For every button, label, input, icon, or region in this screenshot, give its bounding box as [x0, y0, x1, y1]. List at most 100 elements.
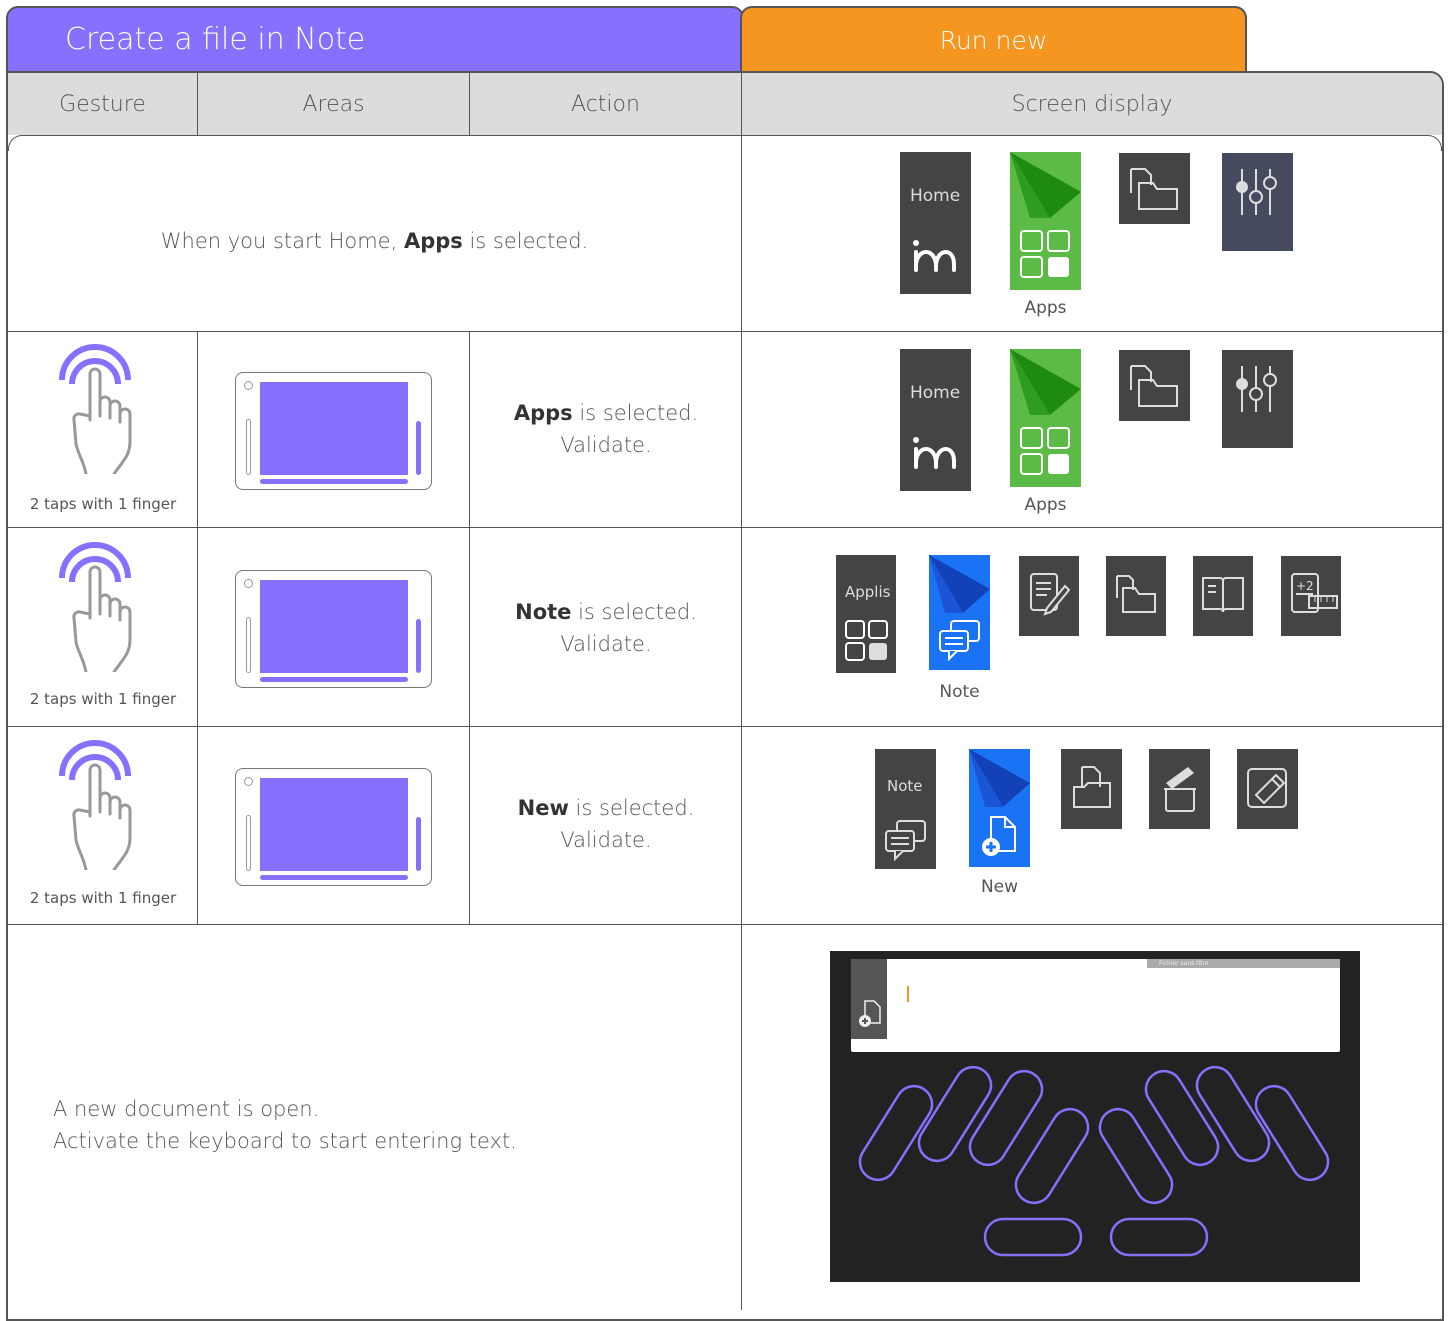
- files-tile[interactable]: [1119, 350, 1190, 421]
- row-separator: [8, 331, 1442, 332]
- note-parent-tile-label: Note: [887, 777, 923, 795]
- device-screen-area: [260, 778, 408, 871]
- apps-tile-selected[interactable]: [1010, 152, 1081, 290]
- col-action-label: Action: [571, 91, 640, 117]
- files-tile[interactable]: [1119, 153, 1190, 224]
- row4-action-rest: is selected.: [568, 796, 695, 820]
- book-tile[interactable]: [1193, 556, 1253, 636]
- home-logo-icon: [913, 240, 956, 272]
- edit-tile[interactable]: [1019, 556, 1079, 636]
- row4-action: New is selected. Validate.: [470, 792, 742, 856]
- folder-icon: [1130, 365, 1178, 407]
- column-divider: [197, 331, 198, 924]
- braille-keyboard[interactable]: [830, 1066, 1360, 1282]
- col-header-gesture: Gesture: [8, 73, 198, 135]
- selection-ribbon-icon: [929, 555, 990, 613]
- text-editor-area[interactable]: Fichier sans titre: [851, 959, 1340, 1052]
- apps-tile-selected[interactable]: [1010, 349, 1081, 487]
- row2-action-rest: is selected.: [572, 401, 699, 425]
- device-right-strip: [416, 817, 421, 871]
- row-separator: [8, 924, 1442, 925]
- run-new-label: Run new: [939, 26, 1048, 55]
- sliders-icon: [1236, 366, 1277, 412]
- braille-key: [1144, 1069, 1220, 1167]
- col-gesture-label: Gesture: [59, 91, 146, 117]
- selected-tile-caption: Apps: [1024, 298, 1067, 318]
- device-button-icon: [244, 579, 253, 588]
- applis-tile[interactable]: Applis: [836, 555, 896, 673]
- usb-drive-icon: [1247, 768, 1287, 808]
- new-document-icon: [859, 1000, 881, 1027]
- note-parent-tile[interactable]: Note: [875, 749, 936, 869]
- new-document-icon: [982, 816, 1016, 856]
- double-tap-gesture-icon: [59, 740, 132, 870]
- run-new-tab: Run new: [740, 6, 1247, 76]
- device-left-strip: [246, 419, 251, 475]
- row3-action-bold: Note: [515, 600, 572, 624]
- device-right-strip: [416, 619, 421, 673]
- selected-tile-caption: New: [980, 877, 1019, 897]
- row-separator: [8, 726, 1442, 727]
- apps-grid-icon: [1020, 230, 1070, 278]
- document-screen: Fichier sans titre: [830, 951, 1360, 1282]
- row-separator: [8, 527, 1442, 528]
- new-tile-selected[interactable]: [969, 749, 1030, 867]
- row2-action-bold: Apps: [513, 401, 573, 425]
- settings-tile[interactable]: [1222, 350, 1293, 448]
- home-tile-label: Home: [910, 383, 961, 403]
- new-file-sidebar: [851, 959, 887, 1039]
- apps-grid-icon: [845, 620, 888, 661]
- column-divider: [741, 135, 742, 1310]
- device-right-strip: [416, 421, 421, 475]
- row3-action-rest: is selected.: [571, 600, 697, 624]
- row2-action: Apps is selected. Validate.: [470, 397, 742, 461]
- home-tile[interactable]: Home: [900, 349, 971, 491]
- calculator-icon: +2: [1291, 573, 1338, 613]
- col-areas-label: Areas: [302, 91, 365, 117]
- device-button-icon: [244, 381, 253, 390]
- folder-icon: [1116, 575, 1156, 613]
- calculator-tile[interactable]: +2: [1281, 556, 1341, 636]
- row1-text-post: is selected.: [462, 229, 589, 253]
- open-folder-icon: [1073, 766, 1111, 808]
- row5-description: A new document is open. Activate the key…: [53, 1093, 517, 1157]
- gesture-caption: 2 taps with 1 finger: [29, 495, 177, 513]
- document-title-bar: Fichier sans titre: [1147, 959, 1340, 968]
- device-area-diagram: [235, 372, 432, 490]
- row1-text-pre: When you start Home,: [160, 229, 404, 253]
- usb-tile[interactable]: [1237, 749, 1298, 829]
- row5-line1: A new document is open.: [53, 1097, 320, 1121]
- open-book-icon: [1202, 577, 1244, 613]
- device-left-strip: [246, 617, 251, 673]
- import-box-icon: [1164, 767, 1196, 812]
- device-left-strip: [246, 815, 251, 871]
- home-tile[interactable]: Home: [900, 152, 971, 294]
- open-tile[interactable]: [1061, 749, 1122, 829]
- col-header-screen: Screen display: [742, 73, 1442, 135]
- device-area-diagram: [235, 570, 432, 688]
- selection-ribbon-icon: [1010, 349, 1081, 415]
- device-bottom-strip: [260, 677, 408, 682]
- braille-key: [1014, 1107, 1090, 1205]
- settings-tile[interactable]: [1222, 153, 1293, 251]
- space-key: [983, 1217, 1083, 1257]
- speech-bubble-icon: [939, 620, 980, 661]
- apps-grid-icon: [1020, 427, 1070, 475]
- row1-description: When you start Home, Apps is selected.: [8, 225, 741, 257]
- note-tile-selected[interactable]: [929, 555, 990, 670]
- import-tile[interactable]: [1149, 749, 1210, 829]
- home-logo-icon: [913, 437, 956, 469]
- svg-text:+2: +2: [1296, 579, 1314, 593]
- device-area-diagram: [235, 768, 432, 886]
- col-header-areas: Areas: [198, 73, 470, 135]
- files-tile[interactable]: [1106, 556, 1166, 636]
- document-title: Fichier sans titre: [1159, 960, 1209, 967]
- title-tab: Create a file in Note: [6, 6, 744, 76]
- row3-action: Note is selected. Validate.: [470, 596, 742, 660]
- device-screen-area: [260, 382, 408, 475]
- row3-action-validate: Validate.: [560, 632, 652, 656]
- text-cursor: [907, 986, 909, 1002]
- header-separator: [8, 135, 1442, 151]
- col-screen-label: Screen display: [1011, 91, 1173, 117]
- device-bottom-strip: [260, 479, 408, 484]
